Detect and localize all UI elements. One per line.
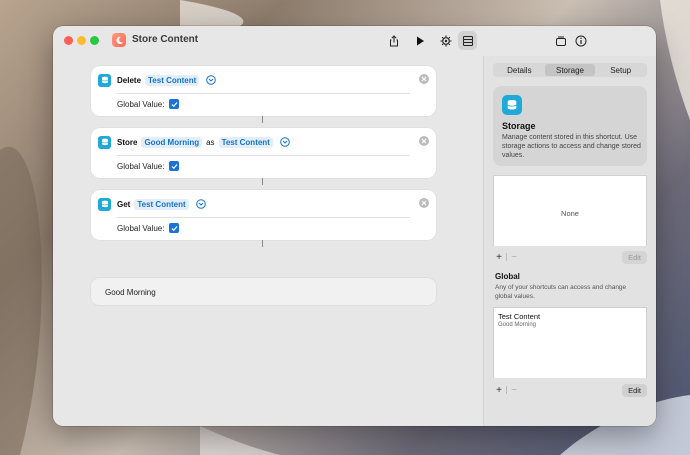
- global-value-checkbox[interactable]: [169, 223, 180, 233]
- close-window-button[interactable]: [64, 36, 73, 45]
- storage-info-description: Manage content stored in this shortcut. …: [502, 134, 641, 159]
- global-section-title: Global: [495, 272, 520, 281]
- action-delete[interactable]: Delete Test Content Global Value:: [91, 66, 436, 116]
- storage-info-title: Storage: [502, 121, 536, 131]
- info-icon: [575, 35, 586, 46]
- empty-state-text: None: [561, 209, 579, 218]
- action-verb: Delete: [117, 75, 142, 85]
- divider: [117, 155, 410, 156]
- share-icon: [389, 34, 398, 46]
- edit-local-value-button[interactable]: Edit: [622, 250, 647, 264]
- shortcut-window: Store Content Delete Test Content Global…: [53, 26, 656, 426]
- storage-info-card: Storage Manage content stored in this sh…: [493, 86, 647, 166]
- divider: [117, 93, 410, 94]
- storage-icon: [98, 73, 111, 87]
- global-value-checkbox[interactable]: [169, 99, 180, 109]
- expand-chevron-icon[interactable]: [206, 75, 217, 85]
- global-value-param: Global Value:: [117, 161, 180, 171]
- remove-action-icon[interactable]: [419, 136, 429, 146]
- info-button[interactable]: [571, 31, 590, 50]
- remove-action-icon[interactable]: [419, 198, 429, 208]
- local-storage-list[interactable]: None: [493, 175, 647, 246]
- action-header: Delete Test Content: [98, 72, 217, 88]
- local-storage-toolbar: + − Edit: [493, 250, 647, 264]
- settings-button[interactable]: [436, 31, 455, 50]
- remove-global-value-button[interactable]: −: [508, 384, 520, 396]
- global-value-param: Global Value:: [117, 223, 180, 233]
- tab-details[interactable]: Details: [494, 64, 545, 76]
- global-value-param: Global Value:: [117, 99, 180, 109]
- library-panel-button[interactable]: [458, 31, 477, 50]
- action-verb: Store: [117, 137, 138, 147]
- shortcut-icon[interactable]: [112, 33, 126, 47]
- edit-global-value-button[interactable]: Edit: [622, 383, 647, 397]
- run-button[interactable]: [410, 31, 429, 50]
- storage-icon: [98, 135, 111, 149]
- param-label: Global Value:: [117, 99, 165, 109]
- remove-local-value-button[interactable]: −: [508, 251, 520, 263]
- tab-setup[interactable]: Setup: [595, 64, 646, 76]
- checkmark-icon: [171, 225, 178, 231]
- global-storage-list[interactable]: Test Content Good Morning: [493, 307, 647, 378]
- storage-icon: [502, 95, 522, 115]
- global-storage-toolbar: + − Edit: [493, 383, 647, 397]
- expand-chevron-icon[interactable]: [195, 199, 206, 209]
- window-title: Store Content: [132, 34, 199, 45]
- shortcut-editor: Delete Test Content Global Value: Store …: [53, 56, 483, 426]
- action-verb: Get: [117, 199, 131, 209]
- gear-icon: [440, 35, 451, 46]
- key-token[interactable]: Test Content: [134, 198, 189, 210]
- tab-storage[interactable]: Storage: [544, 64, 596, 76]
- action-library-button[interactable]: [551, 31, 570, 50]
- play-icon: [416, 36, 424, 45]
- action-connector: [262, 116, 263, 123]
- action-connector: [262, 240, 263, 247]
- storage-icon: [98, 197, 111, 211]
- entry-value: Good Morning: [498, 322, 537, 328]
- stack-icon: [462, 35, 473, 46]
- checkmark-icon: [171, 101, 178, 107]
- divider: [117, 217, 410, 218]
- titlebar: Store Content: [53, 26, 656, 56]
- add-global-value-button[interactable]: +: [493, 384, 505, 396]
- global-value-checkbox[interactable]: [169, 161, 180, 171]
- key-token[interactable]: Test Content: [218, 136, 273, 148]
- remove-action-icon[interactable]: [419, 74, 429, 84]
- action-get[interactable]: Get Test Content Global Value:: [91, 190, 436, 240]
- layers-icon: [555, 36, 566, 46]
- inspector-sidebar: Details Storage Setup Storage Manage con…: [483, 56, 656, 426]
- share-button[interactable]: [384, 31, 403, 50]
- param-label: Global Value:: [117, 161, 165, 171]
- add-local-value-button[interactable]: +: [493, 251, 505, 263]
- as-word: as: [206, 137, 215, 147]
- global-section-description: Any of your shortcuts can access and cha…: [495, 284, 627, 300]
- minimize-window-button[interactable]: [77, 36, 86, 45]
- expand-chevron-icon[interactable]: [280, 137, 290, 147]
- action-output[interactable]: Good Morning: [91, 278, 436, 305]
- action-connector: [262, 178, 263, 185]
- action-header: Store Good Morning as Test Content: [98, 134, 290, 150]
- sidebar-segmented-control: Details Storage Setup: [493, 63, 647, 77]
- key-token[interactable]: Test Content: [145, 74, 200, 86]
- separator: [506, 253, 507, 261]
- action-header: Get Test Content: [98, 196, 206, 212]
- zoom-window-button[interactable]: [90, 36, 99, 45]
- entry-key: Test Content: [498, 312, 541, 321]
- checkmark-icon: [171, 163, 178, 169]
- action-store[interactable]: Store Good Morning as Test Content Globa…: [91, 128, 436, 178]
- param-label: Global Value:: [117, 223, 165, 233]
- value-token[interactable]: Good Morning: [141, 136, 203, 148]
- separator: [506, 386, 507, 394]
